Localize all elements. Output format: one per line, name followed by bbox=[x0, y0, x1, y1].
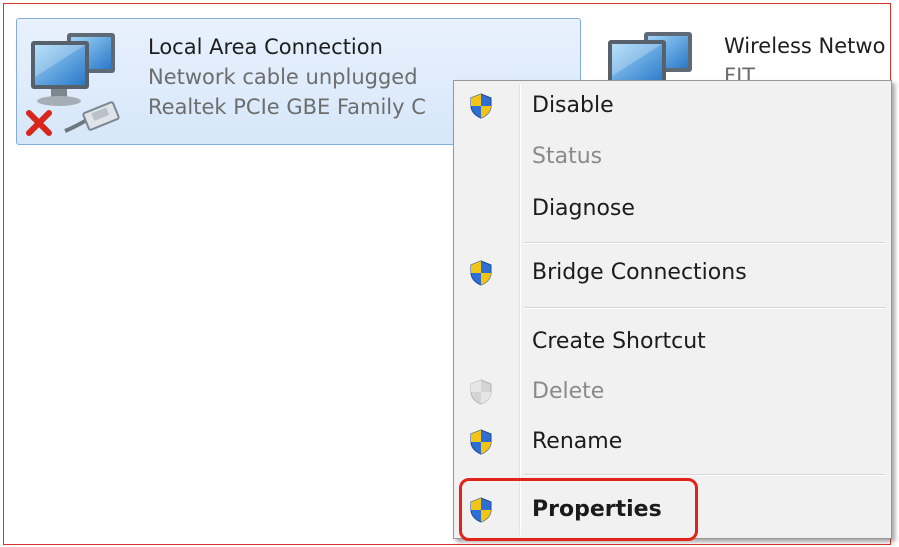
menu-item-bridge-connections[interactable]: Bridge Connections bbox=[457, 251, 888, 295]
menu-item-create-shortcut[interactable]: Create Shortcut bbox=[457, 320, 888, 364]
menu-item-rename[interactable]: Rename bbox=[457, 420, 888, 464]
ethernet-cable-icon bbox=[64, 101, 120, 133]
connection-name: Local Area Connection bbox=[148, 35, 383, 59]
properties-highlight-box bbox=[459, 478, 698, 541]
uac-shield-icon bbox=[470, 93, 492, 119]
menu-item-label: Rename bbox=[532, 429, 623, 454]
red-x-icon bbox=[26, 110, 52, 136]
menu-item-label: Create Shortcut bbox=[532, 329, 706, 354]
connection-status: Network cable unplugged bbox=[148, 65, 418, 89]
uac-shield-icon bbox=[470, 379, 492, 405]
menu-item-delete[interactable]: Delete bbox=[457, 370, 888, 414]
menu-item-label: Disable bbox=[532, 93, 614, 118]
menu-separator bbox=[524, 474, 886, 476]
menu-item-status[interactable]: Status bbox=[457, 135, 888, 179]
menu-item-disable[interactable]: Disable bbox=[457, 84, 888, 128]
context-menu: Disable Status Diagnose Bridge Connectio… bbox=[453, 80, 892, 539]
menu-item-label: Delete bbox=[532, 379, 605, 404]
connection-device: Realtek PCIe GBE Family C bbox=[148, 95, 426, 119]
menu-item-label: Status bbox=[532, 144, 603, 169]
menu-separator bbox=[524, 242, 886, 244]
menu-item-label: Bridge Connections bbox=[532, 260, 747, 285]
uac-shield-icon bbox=[470, 260, 492, 286]
uac-shield-icon bbox=[470, 429, 492, 455]
connection-name: Wireless Netwo bbox=[724, 34, 886, 58]
menu-item-diagnose[interactable]: Diagnose bbox=[457, 187, 888, 231]
menu-separator bbox=[524, 307, 886, 309]
menu-item-label: Diagnose bbox=[532, 196, 635, 221]
